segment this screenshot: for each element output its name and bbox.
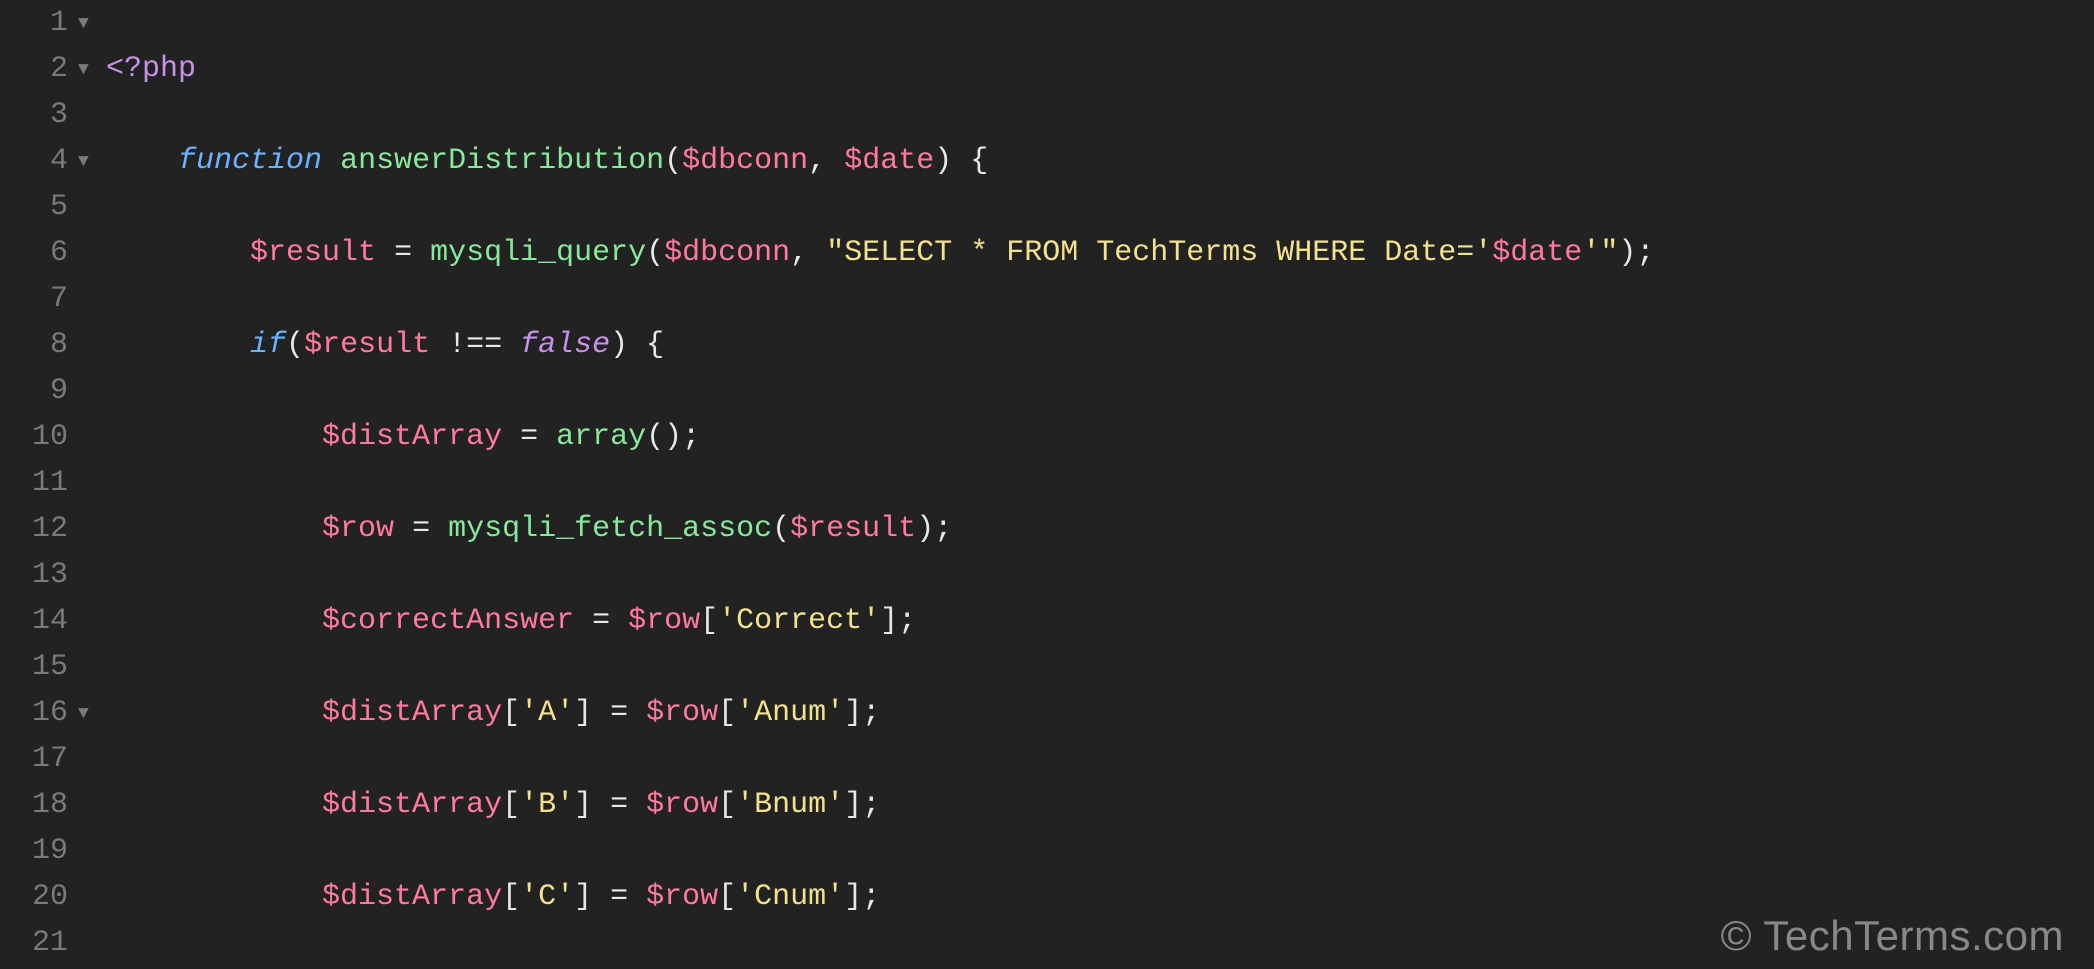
line-number: 7	[0, 276, 68, 322]
code-line[interactable]: $distArray['A'] = $row['Anum'];	[106, 690, 2094, 736]
variable: $row	[646, 696, 718, 730]
variable: $distArray	[322, 788, 502, 822]
code-line[interactable]: $result = mysqli_query($dbconn, "SELECT …	[106, 230, 2094, 276]
line-number: 18	[0, 782, 68, 828]
code-area[interactable]: <?php function answerDistribution($dbcon…	[106, 0, 2094, 969]
string: 'B'	[520, 788, 574, 822]
php-open-tag: <?php	[106, 52, 196, 86]
variable: $row	[628, 604, 700, 638]
line-number: 5	[0, 184, 68, 230]
code-line[interactable]: $distArray['B'] = $row['Bnum'];	[106, 782, 2094, 828]
keyword: if	[250, 328, 286, 362]
line-number: 11	[0, 460, 68, 506]
variable: $row	[322, 512, 394, 546]
variable: $correctAnswer	[322, 604, 574, 638]
fold-gutter	[78, 0, 106, 969]
line-number: 12	[0, 506, 68, 552]
line-number: 19	[0, 828, 68, 874]
variable: $date	[844, 144, 934, 178]
code-line[interactable]: $distArray = array();	[106, 414, 2094, 460]
line-number: 8	[0, 322, 68, 368]
string: 'Anum'	[736, 696, 844, 730]
string: 'C'	[520, 880, 574, 914]
line-number: 13	[0, 552, 68, 598]
code-editor[interactable]: 1 2 3 4 5 6 7 8 9 10 11 12 13 14 15 16 1…	[0, 0, 2094, 969]
line-number: 10	[0, 414, 68, 460]
line-number: 3	[0, 92, 68, 138]
variable: $distArray	[322, 696, 502, 730]
line-number: 20	[0, 874, 68, 920]
line-number: 2	[0, 46, 68, 92]
variable: $dbconn	[682, 144, 808, 178]
code-line[interactable]: <?php	[106, 46, 2094, 92]
string: 'Cnum'	[736, 880, 844, 914]
code-line[interactable]: $row = mysqli_fetch_assoc($result);	[106, 506, 2094, 552]
string: 'Correct'	[718, 604, 880, 638]
function-name: answerDistribution	[340, 144, 664, 178]
variable: $date	[1492, 236, 1582, 270]
variable: $result	[250, 236, 376, 270]
variable: $distArray	[322, 880, 502, 914]
line-number: 9	[0, 368, 68, 414]
code-line[interactable]: $distArray['C'] = $row['Cnum'];	[106, 874, 2094, 920]
line-number: 1	[0, 0, 68, 46]
string: 'A'	[520, 696, 574, 730]
code-line[interactable]: function answerDistribution($dbconn, $da…	[106, 138, 2094, 184]
variable: $dbconn	[664, 236, 790, 270]
boolean: false	[520, 328, 610, 362]
line-number: 6	[0, 230, 68, 276]
line-number: 21	[0, 920, 68, 966]
string: '"	[1582, 236, 1618, 270]
variable: $distArray	[322, 420, 502, 454]
function-call: mysqli_query	[430, 236, 646, 270]
variable: $row	[646, 880, 718, 914]
line-number-gutter: 1 2 3 4 5 6 7 8 9 10 11 12 13 14 15 16 1…	[0, 0, 78, 969]
code-line[interactable]: if($result !== false) {	[106, 322, 2094, 368]
line-number: 15	[0, 644, 68, 690]
function-call: array	[556, 420, 646, 454]
line-number: 16	[0, 690, 68, 736]
function-call: mysqli_fetch_assoc	[448, 512, 772, 546]
fold-toggle-icon[interactable]	[78, 138, 106, 184]
line-number: 4	[0, 138, 68, 184]
fold-toggle-icon[interactable]	[78, 46, 106, 92]
string: "SELECT * FROM TechTerms WHERE Date='	[826, 236, 1492, 270]
variable: $row	[646, 788, 718, 822]
code-line[interactable]: $correctAnswer = $row['Correct'];	[106, 598, 2094, 644]
keyword: function	[178, 144, 322, 178]
line-number: 17	[0, 736, 68, 782]
fold-toggle-icon[interactable]	[78, 690, 106, 736]
line-number: 14	[0, 598, 68, 644]
string: 'Bnum'	[736, 788, 844, 822]
fold-toggle-icon[interactable]	[78, 0, 106, 46]
variable: $result	[304, 328, 430, 362]
variable: $result	[790, 512, 916, 546]
